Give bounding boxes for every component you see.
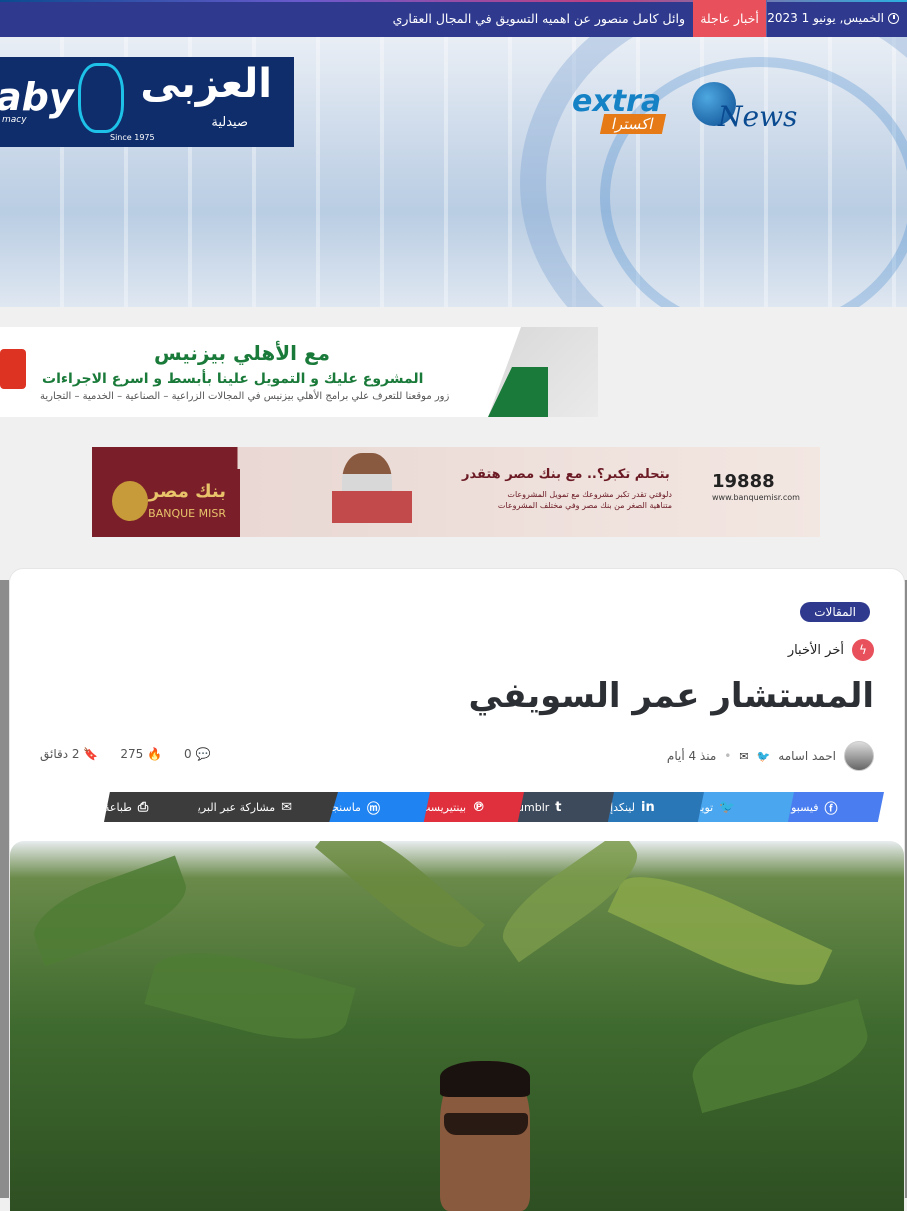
envelope-icon: ✉ <box>281 799 292 815</box>
banque-misr-logo: بنك مصر BANQUE MISR <box>92 469 240 537</box>
pinterest-icon: ℗ <box>472 799 486 815</box>
side-background-left <box>0 580 9 1198</box>
messenger-icon: ⓜ <box>366 801 380 817</box>
breaking-news-label: أخبار عاجلة <box>693 0 766 37</box>
banque-misr-name-ar: بنك مصر <box>148 481 226 502</box>
sponsor-name-en: aby <box>0 75 74 119</box>
site-logo[interactable]: extra اكسترا News <box>568 80 814 142</box>
sponsor-subtitle-en: macy <box>2 115 27 125</box>
share-twitter-button[interactable]: 🐦 تويتر <box>692 792 794 822</box>
pharmacy-snake-icon <box>78 63 124 133</box>
banque-misr-name-en: BANQUE MISR <box>148 507 226 520</box>
read-time: 🔖 2 دقائق <box>40 747 98 761</box>
fire-icon: 🔥 <box>147 747 163 761</box>
mail-icon[interactable]: ✉ <box>739 750 748 763</box>
share-messenger-button[interactable]: ⓜ ماسنجر <box>326 792 430 822</box>
ad-misr-headline: بتحلم تكبر؟.. مع بنك مصر هتقدر <box>462 467 670 482</box>
share-email-button[interactable]: ✉ مشاركة عبر البريد <box>192 792 338 822</box>
ad-banner-ahli[interactable]: مع الأهلي بيزنيس المشروع عليك و التمويل … <box>0 327 598 417</box>
comments-value: 0 <box>184 747 192 761</box>
twitter-icon[interactable]: 🐦 <box>757 750 771 763</box>
date-text: الخميس, يونيو 1 2023 <box>767 11 884 25</box>
article-title: المستشار عمر السويفي <box>468 676 874 716</box>
ad-banner-banque-misr[interactable]: بنك مصر BANQUE MISR بتحلم تكبر؟.. مع بنك… <box>92 447 820 537</box>
top-bar: الخميس, يونيو 1 2023 أخبار عاجلة وائل كا… <box>0 0 907 37</box>
latest-news-text: أخر الأخبار <box>787 642 844 658</box>
sponsor-banner-elezaby[interactable]: aby العزبى صيدلية macy Since 1975 <box>0 57 294 147</box>
ad-ahli-details: زور موقعنا للتعرف علي برامج الأهلي بيزني… <box>40 391 450 402</box>
print-icon: ⎙ <box>137 799 149 815</box>
ad-misr-body: دلوقتي تقدر تكبر مشروعك مع تمويل المشروع… <box>497 490 672 510</box>
ad-misr-url: www.banquemisr.com <box>712 493 800 502</box>
article-meta: احمد اسامه 🐦 ✉ • منذ 4 أيام <box>667 741 874 771</box>
views-count: 🔥 275 <box>120 747 162 761</box>
foliage <box>144 936 356 1056</box>
comments-count[interactable]: 💬 0 <box>184 747 210 761</box>
article-featured-image[interactable] <box>10 841 904 1211</box>
clock-icon <box>888 12 899 24</box>
share-pinterest-button[interactable]: ℗ بينتيريست <box>420 792 524 822</box>
tractor-image <box>0 349 26 389</box>
ad-shop-image <box>332 491 412 523</box>
share-email-label: مشاركة عبر البريد <box>192 800 276 814</box>
views-value: 275 <box>120 747 144 761</box>
logo-badge: اكسترا <box>599 114 666 134</box>
tumblr-icon: t <box>555 799 562 815</box>
facebook-icon: ⓕ <box>824 801 838 817</box>
topbar-divider <box>766 0 767 37</box>
ad-misr-hotline: 19888 <box>712 471 775 492</box>
sponsor-subtitle: صيدلية <box>211 115 248 130</box>
banque-misr-seal-icon <box>112 481 148 521</box>
author-name[interactable]: احمد اسامه <box>778 749 836 763</box>
breaking-news-ticker-link[interactable]: وائل كامل منصور عن اهميه التسويق في المج… <box>393 11 685 26</box>
ad-ahli-tagline: المشروع عليك و التمويل علينا بأبسط و اسر… <box>42 371 424 387</box>
latest-news-label: ϟ أخر الأخبار <box>788 639 874 661</box>
publish-time: منذ 4 أيام <box>666 749 717 763</box>
date-display: الخميس, يونيو 1 2023 <box>767 11 899 25</box>
share-linkedin-button[interactable]: in لينكدإن <box>602 792 704 822</box>
foliage <box>24 855 196 967</box>
article-stats: 💬 0 🔥 275 🔖 2 دقائق <box>40 747 210 761</box>
linkedin-icon: in <box>640 799 655 815</box>
logo-news-text: News <box>718 100 798 133</box>
print-button[interactable]: ⎙ طباعة <box>104 792 202 822</box>
meta-separator: • <box>724 749 732 763</box>
share-facebook-button[interactable]: ⓕ فيسبوك <box>782 792 884 822</box>
foliage <box>314 841 486 964</box>
twitter-bird-icon: 🐦 <box>719 799 736 815</box>
bookmark-icon: 🔖 <box>83 747 99 761</box>
share-tumblr-button[interactable]: t Tumblr <box>512 792 614 822</box>
foliage <box>607 857 833 1005</box>
foliage <box>684 998 876 1114</box>
comment-icon: 💬 <box>195 747 211 761</box>
top-stripe <box>0 0 907 2</box>
ad-ahli-title: مع الأهلي بيزنيس <box>154 341 331 365</box>
category-tag[interactable]: المقالات <box>800 602 870 622</box>
read-time-value: 2 دقائق <box>40 747 80 761</box>
print-label: طباعة <box>104 800 132 814</box>
author-avatar[interactable] <box>844 741 874 771</box>
share-bar: ⓕ فيسبوك 🐦 تويتر in لينكدإن t Tumblr ℗ بينتير… <box>94 792 884 822</box>
sunglasses <box>444 1113 528 1135</box>
bolt-icon: ϟ <box>852 639 874 661</box>
ad-green-decor <box>488 367 548 417</box>
person-hair <box>440 1061 530 1097</box>
sponsor-name-ar: العزبى <box>140 61 272 107</box>
article-card: المقالات ϟ أخر الأخبار المستشار عمر السو… <box>9 568 905 1211</box>
sponsor-since: Since 1975 <box>110 133 155 142</box>
